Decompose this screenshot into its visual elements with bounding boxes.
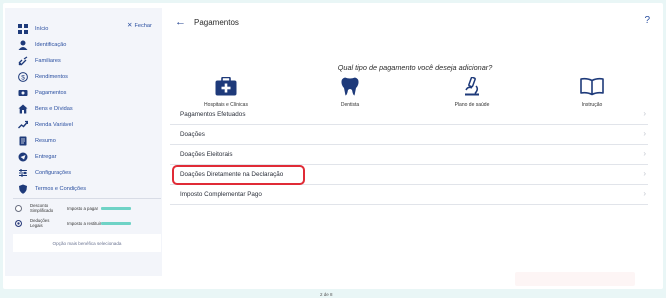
- sidebar-item-label: Familiares: [35, 57, 61, 64]
- chevron-right-icon: ›: [643, 149, 646, 158]
- list-item-label: Doações Diretamente na Declaração: [180, 171, 284, 178]
- grid-icon: [18, 23, 28, 34]
- sidebar-item-label: Renda Variável: [35, 121, 73, 128]
- page-indicator: 2 de 8: [320, 292, 333, 297]
- mode-option-simplificado[interactable]: Desconto Simplificado Imposto a pagar: [15, 201, 163, 215]
- sidebar-item-label: Resumo: [35, 137, 56, 144]
- shield-icon: [18, 184, 28, 194]
- chevron-right-icon: ›: [643, 189, 646, 198]
- mode-label: Deduções Legais: [30, 218, 50, 228]
- list-item-pagamentos-efetuados[interactable]: Pagamentos Efetuados ›: [170, 105, 648, 125]
- sidebar-item-identificacao[interactable]: Identificação: [5, 37, 162, 52]
- link-icon: [18, 55, 28, 66]
- list-item-doacoes-eleitorais[interactable]: Doações Eleitorais ›: [170, 145, 648, 165]
- medical-kit-icon: [186, 77, 266, 96]
- sidebar-divider: [13, 198, 161, 199]
- tax-label: Imposto a restituir: [67, 220, 102, 226]
- list-item-label: Doações: [180, 131, 205, 138]
- sidebar-item-label: Entregar: [35, 153, 57, 160]
- chevron-right-icon: ›: [643, 109, 646, 118]
- back-arrow-icon[interactable]: ←: [175, 16, 186, 28]
- tax-label: Imposto a pagar: [67, 205, 99, 211]
- sidebar-item-rendimentos[interactable]: $ Rendimentos: [5, 69, 162, 84]
- sidebar-item-label: Configurações: [35, 169, 72, 176]
- tax-value-bar: [101, 221, 131, 225]
- chevron-right-icon: ›: [643, 129, 646, 138]
- main-content: ← Pagamentos ? Qual tipo de pagamento vo…: [170, 8, 660, 276]
- tooth-icon: [310, 77, 390, 96]
- page-title: Pagamentos: [194, 18, 239, 27]
- sidebar-item-label: Termos e Condições: [35, 185, 86, 192]
- sidebar-item-pagamentos[interactable]: Pagamentos: [5, 85, 162, 100]
- sidebar-item-configuracoes[interactable]: Configurações: [5, 165, 162, 180]
- sidebar-item-termos[interactable]: Termos e Condições: [5, 181, 162, 196]
- sidebar-item-renda-variavel[interactable]: Renda Variável: [5, 117, 162, 132]
- sidebar-item-entregar[interactable]: Entregar: [5, 149, 162, 164]
- list-item-doacoes-diretamente[interactable]: Doações Diretamente na Declaração ›: [170, 165, 648, 185]
- list-item-imposto-complementar[interactable]: Imposto Complementar Pago ›: [170, 185, 648, 205]
- home-icon: [18, 104, 28, 114]
- notification-ghost: [515, 272, 635, 286]
- chart-icon: [18, 120, 28, 130]
- sidebar-item-familiares[interactable]: Familiares: [5, 53, 162, 68]
- settings-icon: [18, 168, 28, 178]
- sidebar-item-label: Bens e Dívidas: [35, 105, 73, 112]
- sidebar-item-label: Identificação: [35, 41, 67, 48]
- tax-value-bar: [101, 206, 131, 210]
- svg-text:$: $: [21, 74, 25, 81]
- book-icon: [552, 77, 632, 96]
- list-item-doacoes[interactable]: Doações ›: [170, 125, 648, 145]
- person-icon: [18, 40, 28, 50]
- document-icon: [18, 136, 28, 146]
- sidebar-item-label: Início: [35, 25, 49, 32]
- payment-type-question: Qual tipo de pagamento você deseja adici…: [337, 63, 493, 72]
- radio-deducoes-legais[interactable]: [15, 219, 22, 227]
- sidebar-item-resumo[interactable]: Resumo: [5, 133, 162, 148]
- sidebar-item-bens-dividas[interactable]: Bens e Dívidas: [5, 101, 162, 116]
- list-item-label: Pagamentos Efetuados: [180, 111, 246, 118]
- sidebar-item-inicio[interactable]: Início: [5, 21, 162, 36]
- mode-option-deducoes-legais[interactable]: Deduções Legais Imposto a restituir: [15, 216, 163, 230]
- sidebar-item-label: Rendimentos: [35, 73, 68, 80]
- send-icon: [18, 152, 28, 162]
- list-item-label: Imposto Complementar Pago: [180, 191, 262, 198]
- chevron-right-icon: ›: [643, 169, 646, 178]
- dollar-icon: $: [18, 71, 28, 82]
- help-icon[interactable]: ?: [644, 15, 650, 26]
- best-option-notice: Opção mais benéfica selecionada: [13, 234, 161, 252]
- microscope-icon: [432, 77, 512, 96]
- sidebar-item-label: Pagamentos: [35, 89, 67, 96]
- mode-label: Desconto Simplificado: [30, 203, 54, 213]
- radio-simplificado[interactable]: [15, 204, 22, 212]
- sidebar: ✕ Fechar Início Identificação Familiares …: [5, 8, 162, 276]
- list-item-label: Doações Eleitorais: [180, 151, 233, 158]
- money-icon: [18, 88, 28, 98]
